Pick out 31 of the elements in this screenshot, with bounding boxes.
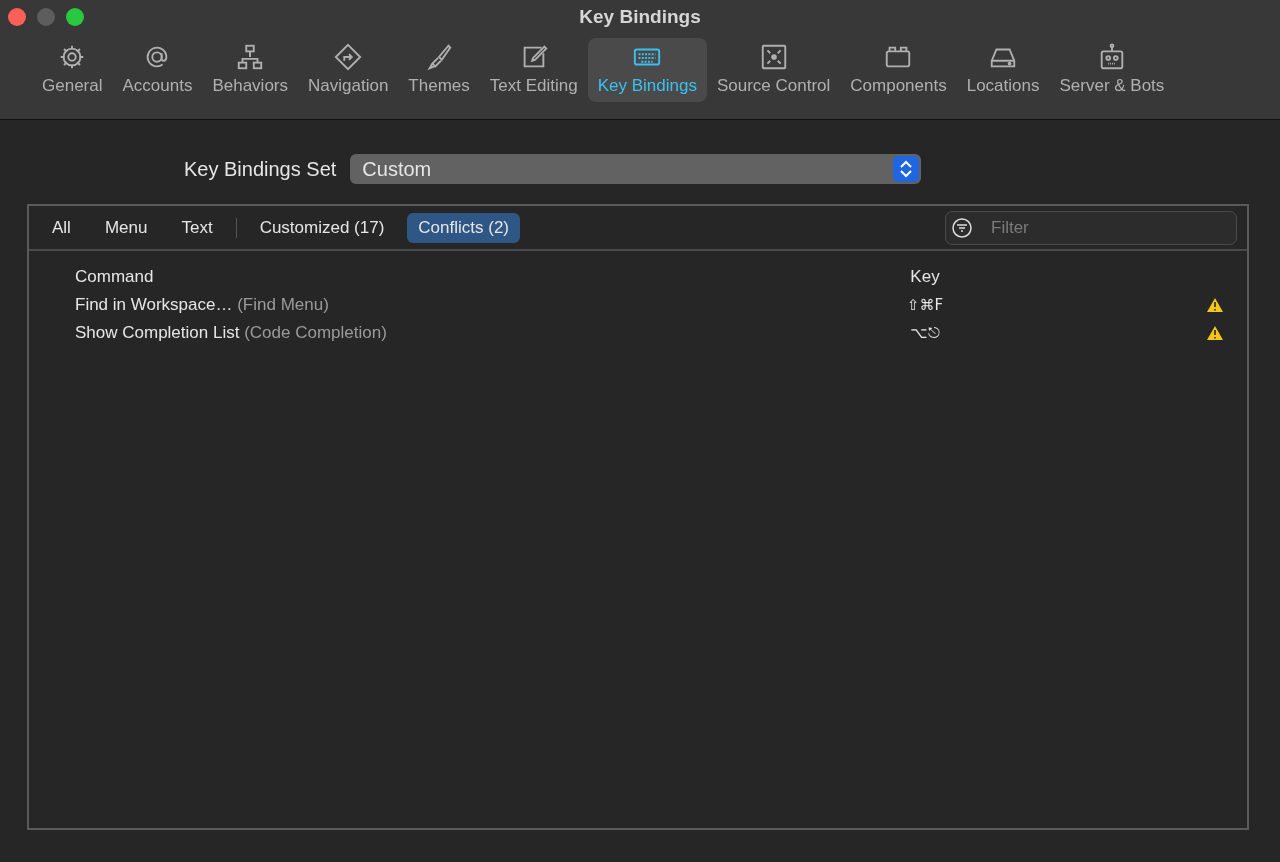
toolbar-tab[interactable]: Themes bbox=[398, 38, 480, 102]
toolbar-tab[interactable]: Behaviors bbox=[202, 38, 299, 102]
toolbar-tab[interactable]: Text Editing bbox=[479, 38, 588, 102]
filter-icon bbox=[951, 216, 973, 239]
toolbar-tab[interactable]: Server & Bots bbox=[1049, 38, 1175, 102]
stepper-icon bbox=[893, 156, 920, 182]
toolbar-tab[interactable]: Source Control bbox=[706, 38, 841, 102]
column-header: Key bbox=[909, 267, 941, 287]
key-bindings-set-popup[interactable]: Custom bbox=[350, 154, 922, 184]
command-cell-text: Show Completion List (Code Completion) bbox=[75, 323, 388, 343]
key-cell-text: ⌥⎋ bbox=[909, 324, 941, 342]
filter-tab[interactable]: Text bbox=[170, 212, 224, 243]
column-header: Command bbox=[75, 267, 155, 287]
toolbar-tab[interactable]: Accounts bbox=[112, 38, 203, 102]
filter-tab[interactable]: Customized (17) bbox=[248, 212, 396, 243]
toolbar-tab[interactable]: Locations bbox=[956, 38, 1050, 102]
toolbar-tab[interactable]: Components bbox=[840, 38, 957, 102]
close-button[interactable] bbox=[8, 8, 26, 26]
filter-tab[interactable]: Menu bbox=[93, 212, 159, 243]
toolbar-tab[interactable]: Navigation bbox=[298, 38, 399, 102]
window-title: Key Bindings bbox=[579, 6, 701, 28]
toolbar-tab[interactable]: General bbox=[32, 38, 113, 102]
toolbar-tab[interactable]: Key Bindings bbox=[587, 38, 707, 102]
filter-field[interactable]: Filter bbox=[945, 210, 1237, 245]
key-cell-text: ⇧⌘F bbox=[905, 296, 945, 314]
key-bindings-set-label: Key Bindings Set bbox=[184, 157, 337, 181]
filter-tab[interactable]: All bbox=[41, 212, 82, 243]
command-cell-text: Find in Workspace… (Find Menu) bbox=[75, 295, 330, 315]
diamond-arrow-icon bbox=[333, 42, 364, 72]
filter-tab[interactable]: Conflicts (2) bbox=[407, 212, 521, 243]
zoom-button[interactable] bbox=[66, 8, 84, 26]
